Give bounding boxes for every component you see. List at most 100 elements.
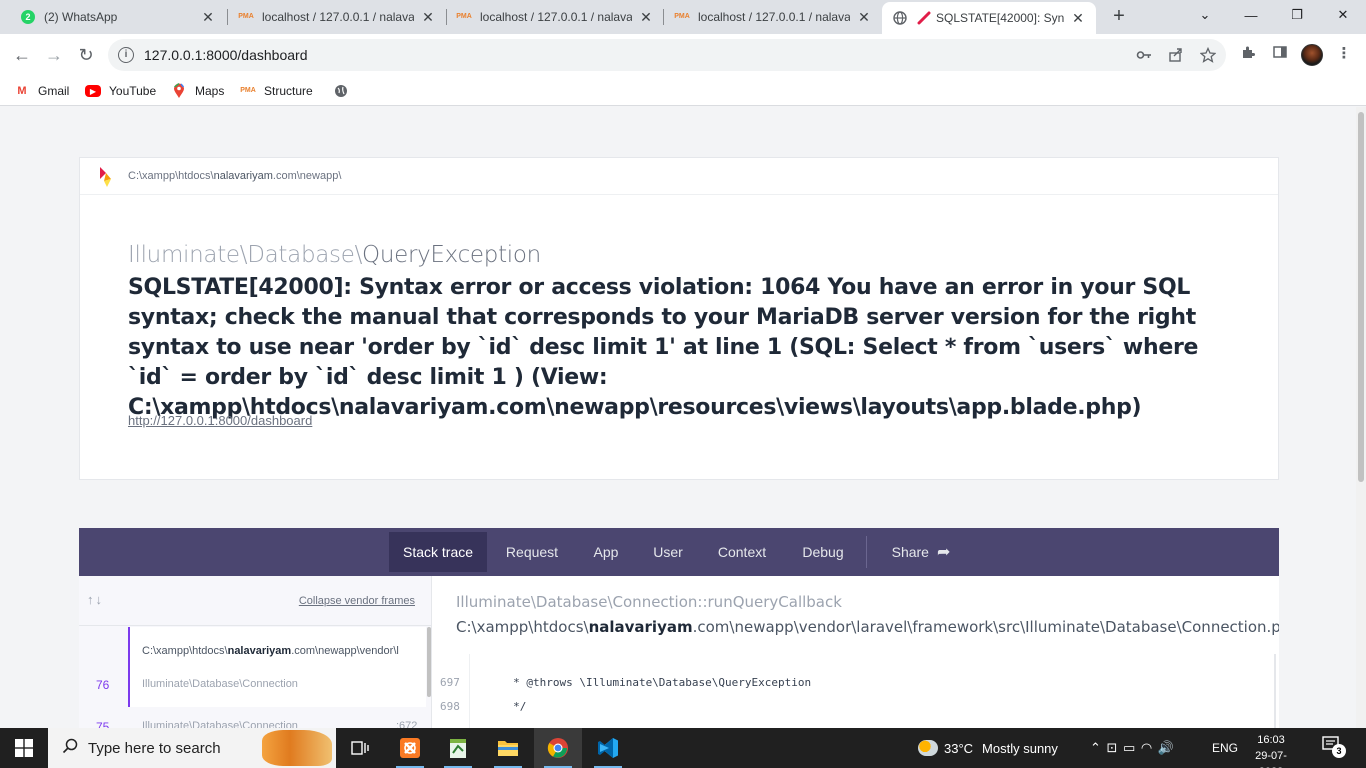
stack-trace-panel: ↑↓ Collapse vendor frames C:\xampp\htdoc… — [79, 576, 1279, 728]
notification-center-icon[interactable]: 3 — [1322, 736, 1348, 760]
clock[interactable]: 16:03 29-07-2023 — [1244, 732, 1298, 768]
tab-whatsapp[interactable]: 2 (2) WhatsApp ✕ — [0, 0, 226, 34]
language-indicator[interactable]: ENG — [1212, 728, 1238, 768]
tab-search-button[interactable]: ⌄ — [1182, 0, 1228, 30]
notepad-plus-plus-icon[interactable] — [434, 728, 482, 768]
tab-title: localhost / 127.0.0.1 / nalavar — [262, 10, 414, 24]
phpmyadmin-icon: PMA — [240, 87, 256, 94]
frame-line: :672 — [396, 720, 418, 728]
key-icon[interactable] — [1136, 47, 1152, 63]
youtube-icon: ▶ — [85, 85, 101, 97]
browser-toolbar: ← → ↻ i 127.0.0.1:8000/dashboard ⋮ — [0, 34, 1366, 76]
xampp-icon[interactable] — [386, 728, 434, 768]
file-explorer-icon[interactable] — [484, 728, 532, 768]
windows-taskbar: Type here to search 33°C Mostly sunny ⌃ … — [0, 728, 1366, 768]
kebab-menu-icon[interactable]: ⋮ — [1334, 44, 1354, 64]
address-bar[interactable]: i 127.0.0.1:8000/dashboard — [108, 39, 1226, 71]
site-info-icon[interactable]: i — [118, 47, 134, 63]
tab-title: SQLSTATE[42000]: Syntax — [936, 11, 1064, 25]
code-line: * @throws \Illuminate\Database\QueryExce… — [480, 676, 812, 689]
minimize-button[interactable]: — — [1228, 0, 1274, 30]
code-snippet: * @throws \Illuminate\Database\QueryExce… — [469, 654, 1276, 728]
bookmark-globe[interactable] — [333, 82, 357, 100]
exception-card: C:\xampp\htdocs\nalavariyam.com\newapp\ … — [79, 157, 1279, 480]
weather-widget[interactable]: 33°C Mostly sunny — [918, 728, 1058, 768]
frame-file-path: C:\xampp\htdocs\nalavariyam.com\newapp\v… — [142, 645, 399, 657]
stack-frame[interactable]: 76 Illuminate\Database\Connection — [79, 674, 431, 696]
profile-avatar[interactable] — [1301, 44, 1323, 66]
extensions-icon[interactable] — [1238, 44, 1258, 64]
gmail-icon: M — [17, 85, 27, 97]
frame-class: Illuminate\Database\Connection — [142, 678, 298, 690]
collapse-vendor-frames-link[interactable]: Collapse vendor frames — [299, 595, 415, 607]
tab-title: (2) WhatsApp — [44, 10, 118, 24]
app-path: C:\xampp\htdocs\nalavariyam.com\newapp\ — [128, 170, 342, 182]
request-url-link[interactable]: http://127.0.0.1:8000/dashboard — [128, 413, 312, 428]
reload-button[interactable]: ↻ — [73, 42, 99, 68]
close-window-button[interactable]: ✕ — [1320, 0, 1366, 30]
tab-phpmyadmin-3[interactable]: PMA localhost / 127.0.0.1 / nalavar ✕ — [664, 0, 882, 34]
code-line: */ — [480, 700, 527, 713]
frame-class: Illuminate\Database\Connection — [142, 720, 298, 728]
exception-message: SQLSTATE[42000]: Syntax error or access … — [128, 275, 1199, 420]
bookmark-gmail[interactable]: M Gmail — [14, 82, 69, 100]
tab-sqlstate-error[interactable]: SQLSTATE[42000]: Syntax ✕ — [882, 2, 1096, 34]
tab-app[interactable]: App — [581, 532, 631, 572]
frames-scrollbar[interactable] — [427, 627, 431, 697]
share-button[interactable]: Share ➦ — [885, 532, 957, 572]
vscode-icon[interactable] — [584, 728, 632, 768]
share-label: Share — [891, 544, 929, 560]
tab-title: localhost / 127.0.0.1 / nalavar — [698, 10, 850, 24]
back-button[interactable]: ← — [9, 42, 35, 68]
tab-request[interactable]: Request — [497, 532, 567, 572]
tab-context[interactable]: Context — [709, 532, 775, 572]
frame-navigation-arrows-icon[interactable]: ↑↓ — [87, 592, 104, 607]
code-gutter: 697 698 — [432, 654, 469, 728]
current-frame-method: Illuminate\Database\Connection::runQuery… — [456, 593, 842, 611]
start-button[interactable] — [0, 728, 48, 768]
tab-debug[interactable]: Debug — [792, 532, 854, 572]
bookmark-structure[interactable]: PMA Structure — [240, 82, 313, 100]
code-line-number: 697 — [440, 676, 460, 689]
bookmark-label: Structure — [264, 84, 313, 98]
side-panel-icon[interactable] — [1270, 44, 1290, 64]
scrollbar-thumb[interactable] — [1358, 112, 1364, 482]
restore-button[interactable]: ❐ — [1274, 0, 1320, 30]
close-icon[interactable]: ✕ — [856, 9, 872, 25]
forward-button[interactable]: → — [41, 42, 67, 68]
page-scrollbar[interactable] — [1356, 107, 1366, 728]
close-icon[interactable]: ✕ — [638, 9, 654, 25]
frames-list: ↑↓ Collapse vendor frames C:\xampp\htdoc… — [79, 576, 432, 728]
tab-user[interactable]: User — [643, 532, 693, 572]
new-tab-button[interactable]: + — [1108, 6, 1130, 28]
tab-phpmyadmin-2[interactable]: PMA localhost / 127.0.0.1 / nalavar ✕ — [446, 0, 664, 34]
stack-frame[interactable]: 75 Illuminate\Database\Connection :672 — [79, 716, 431, 728]
weather-sun-icon — [918, 740, 938, 756]
code-line-number: 698 — [440, 700, 460, 713]
exception-class: Illuminate\Database\QueryException — [128, 242, 541, 268]
phpmyadmin-icon: PMA — [674, 13, 690, 20]
bookmark-maps[interactable]: Maps — [171, 82, 224, 100]
chrome-icon[interactable] — [534, 728, 582, 768]
close-icon[interactable]: ✕ — [420, 9, 436, 25]
tab-stack-trace[interactable]: Stack trace — [389, 532, 487, 572]
maps-icon — [171, 83, 187, 99]
card-header: C:\xampp\htdocs\nalavariyam.com\newapp\ — [80, 158, 1278, 195]
current-frame-file: C:\xampp\htdocs\nalavariyam.com\newapp\v… — [456, 618, 1279, 636]
task-view-icon[interactable] — [336, 728, 384, 768]
close-icon[interactable]: ✕ — [200, 9, 216, 25]
bookmark-youtube[interactable]: ▶ YouTube — [85, 82, 156, 100]
tray-icons[interactable]: ⌃ ⊡ ▭ ◠ 🔊 — [1090, 728, 1175, 768]
nav-divider — [866, 536, 867, 568]
url-text[interactable]: 127.0.0.1:8000/dashboard — [144, 47, 307, 63]
debug-tabs-nav: Stack trace Request App User Context Deb… — [79, 528, 1279, 576]
bookmarks-bar: M Gmail ▶ YouTube Maps PMA Structure — [0, 76, 1366, 106]
share-icon[interactable] — [1168, 47, 1184, 63]
windows-logo-icon — [15, 739, 33, 757]
weather-text: Mostly sunny — [982, 740, 1058, 756]
close-icon[interactable]: ✕ — [1070, 10, 1086, 26]
tab-phpmyadmin-1[interactable]: PMA localhost / 127.0.0.1 / nalavar ✕ — [228, 0, 446, 34]
bookmark-label: YouTube — [109, 84, 157, 98]
share-arrow-icon: ➦ — [936, 544, 951, 561]
bookmark-star-icon[interactable] — [1199, 46, 1217, 63]
